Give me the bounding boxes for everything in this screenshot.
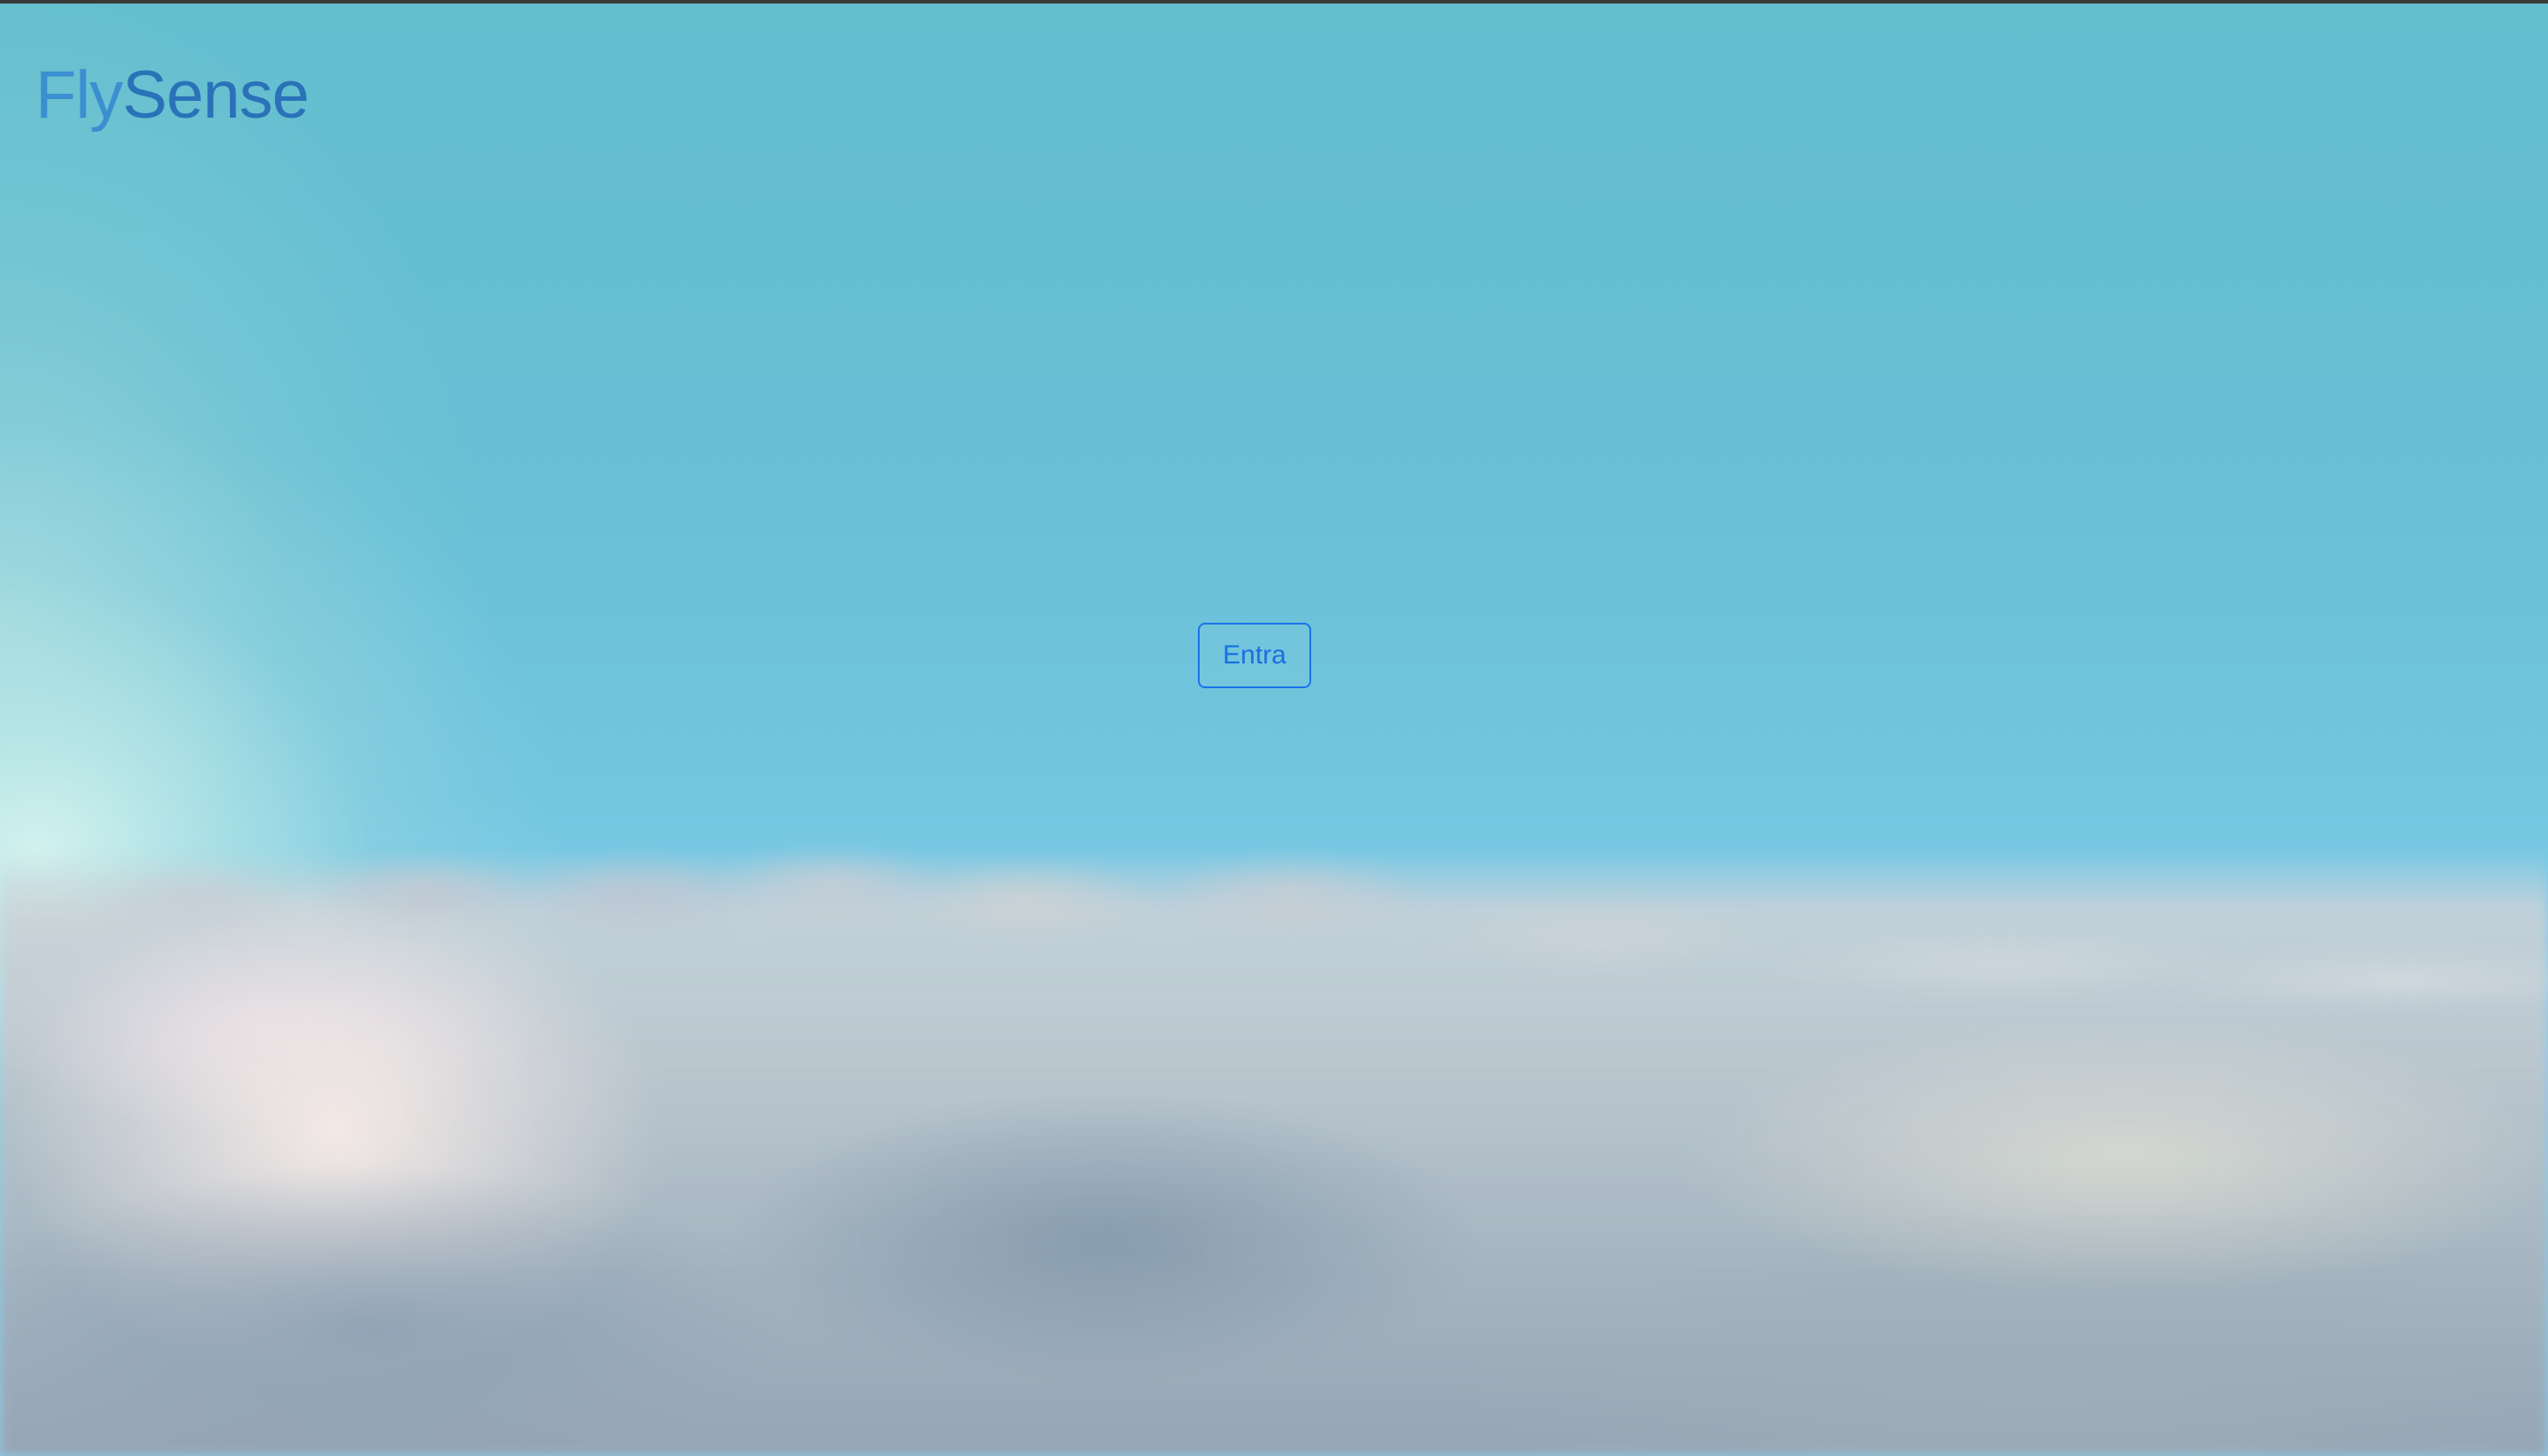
brand-logo[interactable]: FlySense	[35, 55, 310, 136]
window-top-border	[0, 0, 2548, 4]
brand-logo-fly: Fly	[35, 57, 123, 133]
enter-button[interactable]: Entra	[1198, 623, 1311, 688]
cloud-tops	[0, 849, 2548, 1000]
sun-glow	[0, 0, 796, 973]
brand-logo-sense: Sense	[122, 57, 309, 133]
